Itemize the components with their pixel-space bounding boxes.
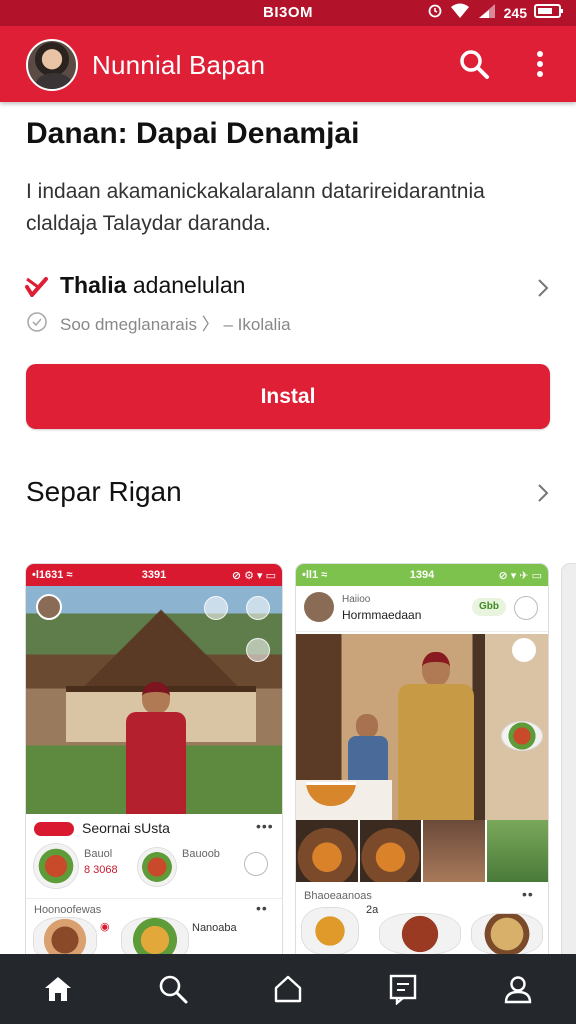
battery-level: 245	[503, 4, 527, 21]
photo-house	[26, 586, 282, 814]
section-chevron-icon[interactable]	[536, 482, 550, 509]
card-detail: Bhaoeaanoas •• 2a	[296, 882, 548, 964]
card-detail: Seornai sUsta ••• Bauol 8 3068 Bauoob Ho…	[26, 814, 282, 964]
card-header: Haiioo Hormmaedaan Gbb	[296, 586, 548, 632]
dish-image	[34, 844, 78, 888]
mini-status-bar: •l1631 ≈ 3391 ⊘ ⚙ ▾ ▭	[26, 564, 282, 586]
signal-icon	[477, 3, 497, 22]
screenshot-card-3[interactable]	[562, 564, 576, 964]
screenshot-card-2[interactable]: •ll1 ≈ 1394 ⊘ ▾ ✈ ▭ Haiioo Hormmaedaan G…	[296, 564, 548, 964]
mini-avatar	[36, 594, 62, 620]
nav-profile[interactable]	[461, 954, 576, 1024]
search-button[interactable]	[456, 46, 492, 82]
dish-image	[138, 848, 176, 886]
alarm-icon	[427, 3, 443, 22]
status-bar: BI3OM 245	[0, 0, 576, 26]
nav-explore[interactable]	[230, 954, 345, 1024]
more-options-button[interactable]	[522, 46, 558, 82]
timer-icon	[244, 852, 268, 876]
more-vert-icon	[537, 51, 543, 77]
nav-search[interactable]	[115, 954, 230, 1024]
dish-image	[380, 914, 460, 954]
profile-icon	[505, 976, 532, 1004]
chevron-right-icon	[536, 277, 550, 304]
dish-image	[472, 914, 542, 954]
status-icons: 245	[427, 3, 564, 22]
home-outline-icon	[274, 975, 302, 1003]
thumbnail-strip	[296, 820, 548, 882]
nav-home[interactable]	[0, 954, 115, 1024]
mini-status-bar: •ll1 ≈ 1394 ⊘ ▾ ✈ ▭	[296, 564, 548, 586]
share-icon	[204, 596, 228, 620]
app-bar-title: Nunnial Bapan	[92, 50, 266, 80]
status-badge	[34, 822, 74, 836]
section-title: Separ Rigan	[26, 476, 182, 507]
bottom-nav	[0, 954, 576, 1024]
nav-inbox[interactable]	[346, 954, 461, 1024]
search-icon	[159, 975, 188, 1004]
search-icon	[514, 596, 538, 620]
dish-image	[302, 908, 358, 954]
share-icon	[512, 638, 536, 662]
more-horiz-icon: •••	[256, 818, 274, 834]
home-icon	[44, 977, 71, 1001]
heart-icon	[246, 638, 270, 662]
install-button[interactable]: Instal	[26, 364, 550, 429]
developer-subtitle: Soo dmeglanarais 〉 – Ikolalia	[60, 315, 291, 334]
search-icon	[460, 50, 489, 79]
wifi-icon	[450, 3, 470, 22]
emoji-icon	[246, 596, 270, 620]
inbox-icon	[390, 974, 417, 1005]
bookmark-icon	[24, 275, 48, 302]
card-title: Seornai sUsta	[82, 820, 170, 836]
app-bar: Nunnial Bapan	[0, 26, 576, 102]
app-description: I indaan akamanickakalaralann datarireid…	[26, 180, 485, 235]
dish-image	[502, 722, 542, 750]
status-badge: Gbb	[472, 598, 506, 616]
developer-row[interactable]: Thalia adanelulan Soo dmeglanarais 〉 – I…	[24, 268, 554, 338]
developer-name: Thalia adanelulan	[60, 272, 246, 298]
app-heading: Danan: Dapai Denamjai	[26, 117, 360, 150]
avatar[interactable]	[26, 39, 78, 91]
battery-icon	[534, 3, 564, 22]
mini-avatar	[304, 592, 334, 622]
photo-interior	[296, 634, 548, 820]
rating-icon	[26, 311, 48, 338]
screenshot-card-1[interactable]: •l1631 ≈ 3391 ⊘ ⚙ ▾ ▭ Seornai sUsta ••• …	[26, 564, 282, 964]
